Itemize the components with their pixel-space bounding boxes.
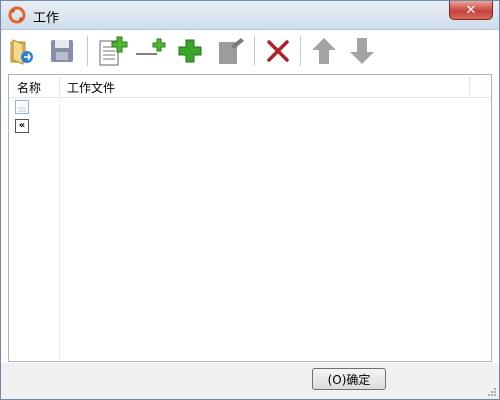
list-header: 名称 工作文件 (9, 75, 491, 98)
add-line-button[interactable] (135, 34, 169, 68)
work-list[interactable]: 名称 工作文件 « (8, 74, 492, 362)
column-divider[interactable] (469, 77, 470, 95)
file-icon (18, 107, 26, 112)
move-up-button[interactable] (307, 34, 341, 68)
open-button[interactable] (5, 34, 39, 68)
save-button[interactable] (45, 34, 79, 68)
close-icon: ✕ (465, 2, 477, 18)
add-line-icon (136, 38, 166, 55)
title-bar[interactable]: 工作 ✕ (1, 1, 499, 30)
move-down-icon (350, 38, 374, 64)
save-icon (51, 40, 73, 62)
new-document-icon (99, 36, 128, 66)
list-item[interactable] (15, 100, 29, 114)
window-title: 工作 (33, 11, 60, 26)
toolbar (1, 30, 499, 72)
move-up-icon (312, 38, 336, 64)
column-header-name[interactable]: 名称 (17, 79, 41, 96)
toolbar-separator (300, 36, 302, 66)
column-gridline (59, 97, 60, 361)
back-arrow-icon: « (18, 120, 26, 131)
resize-grip-icon[interactable] (487, 387, 497, 397)
column-header-work-file[interactable]: 工作文件 (67, 79, 115, 96)
move-down-button[interactable] (345, 34, 379, 68)
delete-button[interactable] (261, 34, 295, 68)
footer-bar: (O)确定 (1, 363, 499, 399)
dialog-window: 工作 ✕ 名称 工作文件 « (O)确定 (0, 0, 500, 400)
ok-button[interactable]: (O)确定 (312, 368, 386, 390)
add-icon (178, 39, 202, 63)
toolbar-separator (87, 36, 89, 66)
app-icon (8, 6, 26, 24)
list-item[interactable]: « (15, 119, 29, 133)
close-button[interactable]: ✕ (449, 1, 493, 20)
toolbar-separator (254, 36, 256, 66)
column-divider[interactable] (59, 77, 60, 95)
edit-button[interactable] (213, 34, 247, 68)
open-folder-icon (10, 39, 33, 65)
edit-icon (219, 38, 244, 64)
delete-icon (267, 40, 289, 62)
new-item-button[interactable] (95, 34, 129, 68)
add-button[interactable] (173, 34, 207, 68)
